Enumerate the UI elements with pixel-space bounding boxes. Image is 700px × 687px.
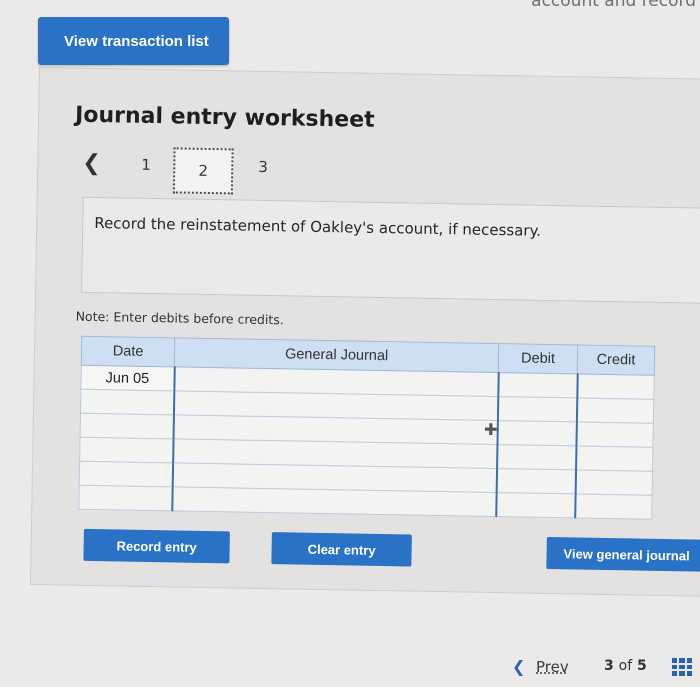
step-2-active[interactable]: 2 <box>172 147 234 195</box>
debit-cell[interactable] <box>495 492 576 518</box>
account-cell[interactable] <box>171 486 497 517</box>
debit-cell[interactable] <box>496 444 576 470</box>
page-indicator: 3 of 5 <box>604 658 647 674</box>
credit-cell[interactable] <box>576 397 654 424</box>
cut-off-header-text: account and record <box>531 0 696 11</box>
view-transaction-list-button[interactable]: View transaction list <box>38 17 229 65</box>
debit-cell[interactable] <box>497 396 577 422</box>
debit-cell[interactable] <box>497 372 578 398</box>
prev-link[interactable]: Prev <box>536 658 569 676</box>
page-current: 3 <box>604 658 614 674</box>
instruction-box: Record the reinstatement of Oakley's acc… <box>81 196 700 304</box>
record-entry-button[interactable]: Record entry <box>83 528 230 564</box>
journal-table: Date General Journal Debit Credit Jun 05 <box>78 335 656 520</box>
credit-cell[interactable] <box>574 493 653 520</box>
date-cell[interactable] <box>80 413 174 439</box>
chevron-left-icon[interactable]: ❮ <box>82 151 101 176</box>
page-total: 5 <box>637 658 647 674</box>
worksheet-title: Journal entry worksheet <box>74 102 375 133</box>
screen: account and record View transaction list… <box>0 0 700 687</box>
date-cell[interactable] <box>78 485 173 511</box>
step-pager: ❮ 1 2 3 <box>82 147 303 195</box>
credit-header: Credit <box>577 344 655 376</box>
step-3[interactable]: 3 <box>258 158 268 176</box>
date-header: Date <box>81 336 175 367</box>
grid-icon[interactable] <box>672 658 692 676</box>
date-cell[interactable] <box>80 389 174 415</box>
debit-header: Debit <box>498 343 578 374</box>
date-cell[interactable]: Jun 05 <box>80 365 175 391</box>
pagination-footer: ❮ Prev 3 of 5 <box>512 657 700 681</box>
page-of: of <box>618 658 633 674</box>
instruction-text: Record the reinstatement of Oakley's acc… <box>94 213 542 240</box>
move-cursor-icon: ✚ <box>483 419 498 440</box>
step-1[interactable]: 1 <box>141 156 151 174</box>
date-cell[interactable] <box>79 437 174 463</box>
note-text: Note: Enter debits before credits. <box>75 308 284 328</box>
credit-cell[interactable] <box>575 445 653 472</box>
debit-cell[interactable] <box>497 420 577 446</box>
worksheet-panel: Journal entry worksheet ❮ 1 2 3 Record t… <box>29 67 700 597</box>
chevron-left-icon[interactable]: ❮ <box>512 657 525 676</box>
view-general-journal-button[interactable]: View general journal <box>546 536 700 572</box>
credit-cell[interactable] <box>575 421 654 448</box>
credit-cell[interactable] <box>576 373 655 400</box>
clear-entry-button[interactable]: Clear entry <box>271 532 412 567</box>
date-cell[interactable] <box>79 461 173 487</box>
debit-cell[interactable] <box>496 468 576 494</box>
credit-cell[interactable] <box>575 469 653 496</box>
